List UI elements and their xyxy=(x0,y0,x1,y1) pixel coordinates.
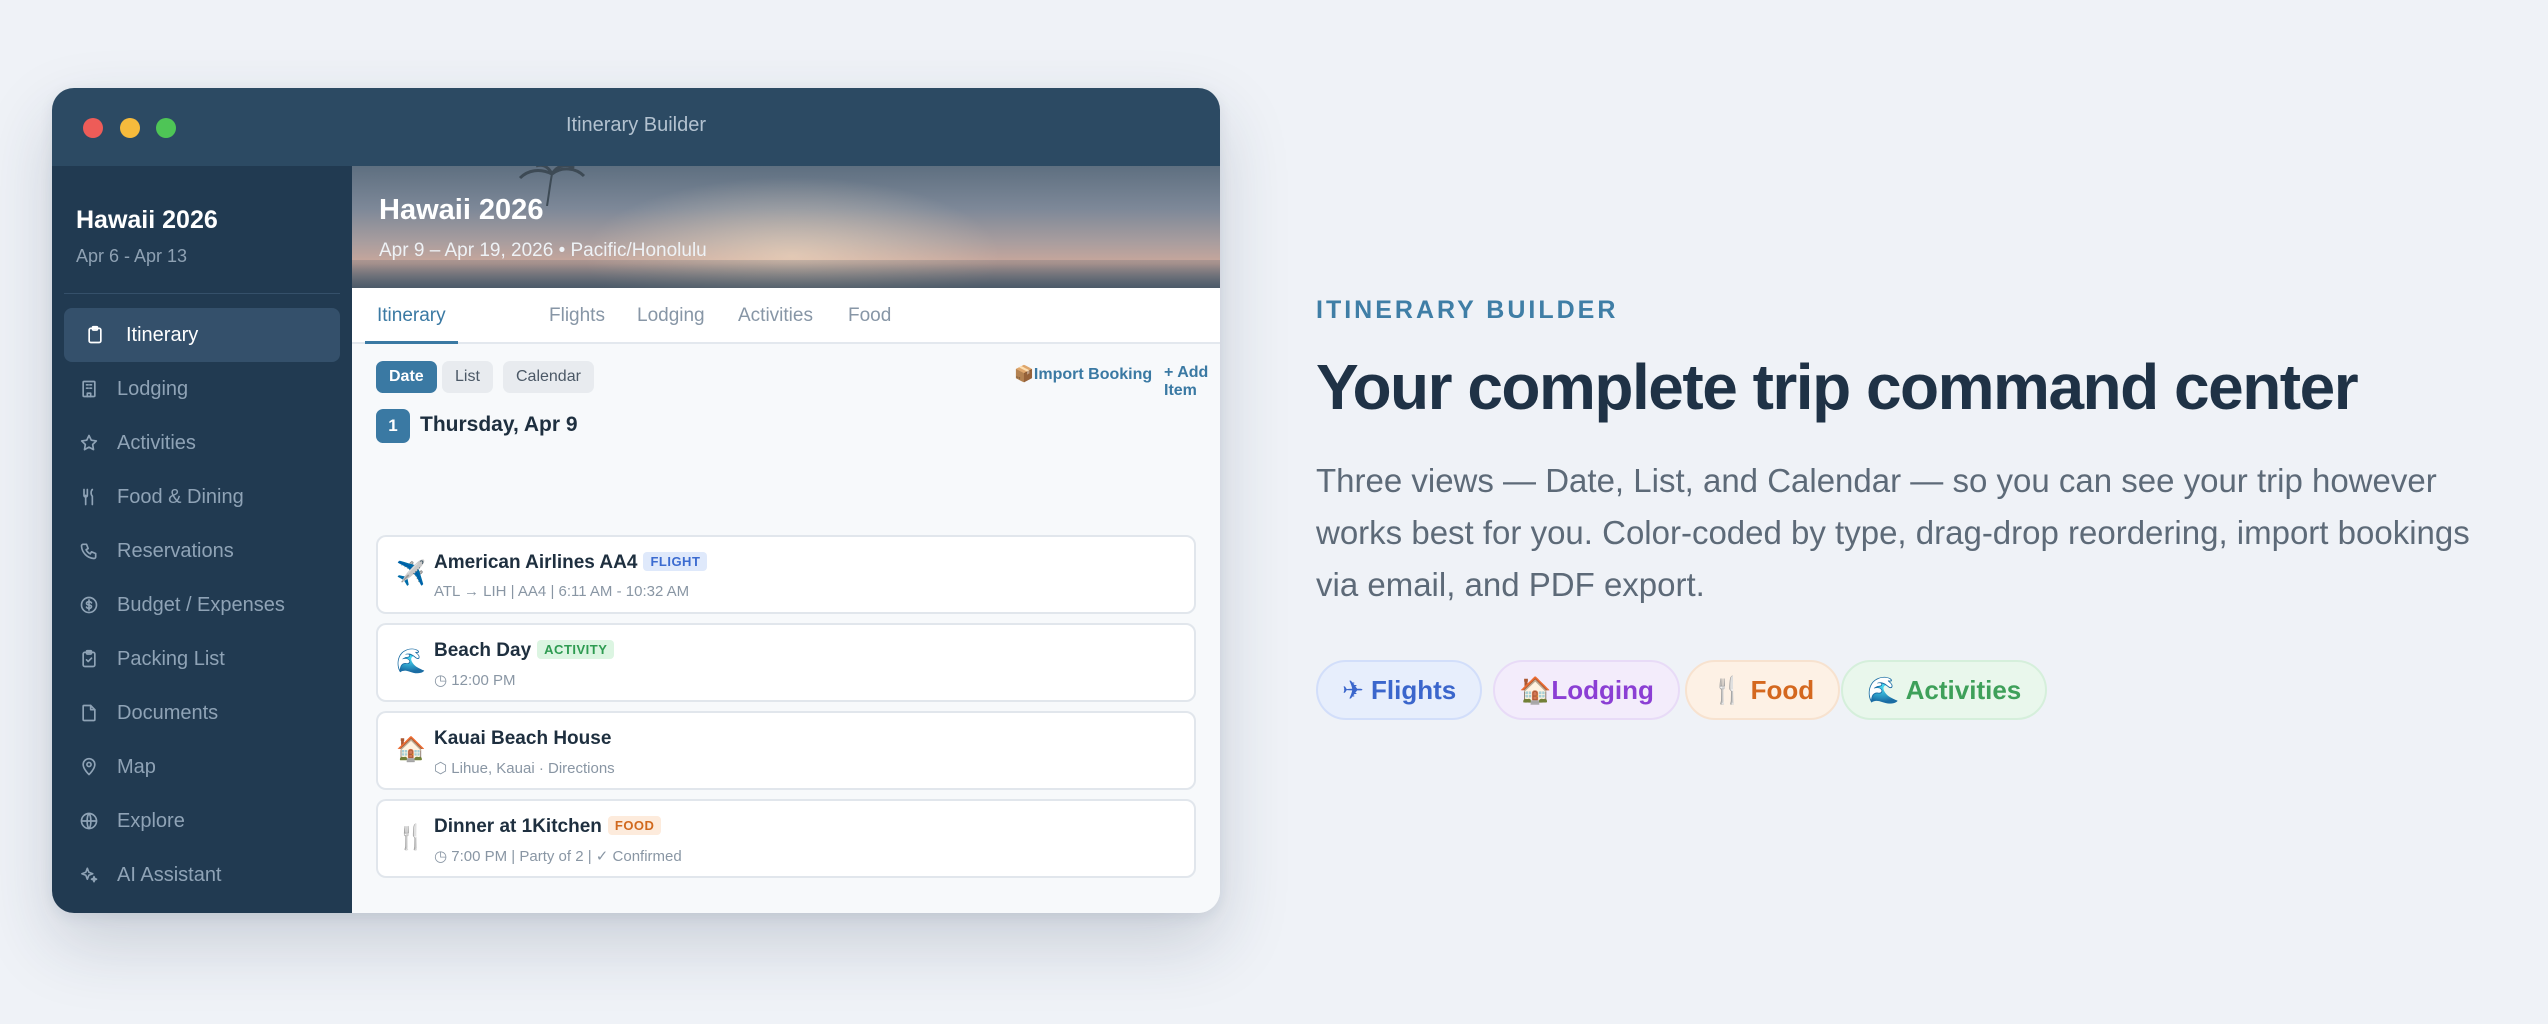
title-bar: Itinerary Builder xyxy=(52,88,1220,166)
section-eyebrow: ITINERARY BUILDER xyxy=(1316,296,1619,324)
trip-title: Hawaii 2026 xyxy=(379,194,544,226)
sidebar-item-label: Explore xyxy=(117,809,185,832)
view-list-button[interactable]: List xyxy=(442,361,493,393)
feature-pill-food: 🍴 Food xyxy=(1685,660,1841,720)
flight-badge: FLIGHT xyxy=(643,552,708,571)
sidebar-item-ai-assistant[interactable]: AI Assistant xyxy=(64,848,340,902)
utensils-icon xyxy=(78,486,100,508)
phone-icon xyxy=(78,540,100,562)
view-calendar-button[interactable]: Calendar xyxy=(503,361,594,393)
itinerary-card-flight[interactable]: ✈️ American Airlines AA4 FLIGHT ATL → LIH… xyxy=(376,535,1196,614)
sidebar-item-label: Activities xyxy=(117,431,196,454)
sidebar-nav: Itinerary Lodging Activities Food & Dini… xyxy=(64,308,340,902)
package-icon: 📦 xyxy=(1014,366,1034,383)
sidebar-item-map[interactable]: Map xyxy=(64,740,340,794)
house-icon: 🏠 xyxy=(1519,675,1552,705)
tab-activities[interactable]: Activities xyxy=(738,288,813,344)
building-icon xyxy=(78,378,100,400)
pill-label: Flights xyxy=(1371,675,1457,705)
airplane-icon: ✈ xyxy=(1342,675,1364,705)
fork-knife-icon: 🍴 xyxy=(396,824,426,851)
sidebar-item-label: AI Assistant xyxy=(117,863,222,886)
day-number-badge: 1 xyxy=(376,409,410,443)
sidebar-item-label: Documents xyxy=(117,701,219,724)
sidebar-item-budget-expenses[interactable]: Budget / Expenses xyxy=(64,578,340,632)
card-title: Dinner at 1Kitchen FOOD xyxy=(434,816,662,838)
activity-badge: ACTIVITY xyxy=(537,640,615,659)
itinerary-card-activity[interactable]: 🌊 Beach Day ACTIVITY ◷ 12:00 PM xyxy=(376,623,1196,702)
airplane-icon: ✈️ xyxy=(396,560,426,587)
sidebar-item-reservations[interactable]: Reservations xyxy=(64,524,340,578)
food-badge: FOOD xyxy=(607,816,662,835)
feature-pill-flights: ✈ Flights xyxy=(1316,660,1483,720)
card-details: ⬡ Lihue, Kauai · Directions xyxy=(434,760,615,777)
card-title: American Airlines AA4 FLIGHT xyxy=(434,552,708,574)
card-details: ◷ 12:00 PM xyxy=(434,672,516,689)
map-pin-icon xyxy=(78,756,100,778)
card-title: Beach Day ACTIVITY xyxy=(434,640,615,662)
day-heading: Thursday, Apr 9 xyxy=(420,413,578,436)
itinerary-card-lodging[interactable]: 🏠 Kauai Beach House ⬡ Lihue, Kauai · Dir… xyxy=(376,711,1196,790)
sidebar-item-lodging[interactable]: Lodging xyxy=(64,362,340,416)
card-details: ATL → LIH | AA4 | 6:11 AM - 10:32 AM xyxy=(434,583,690,600)
card-title-text: Beach Day xyxy=(434,640,532,661)
sidebar-item-explore[interactable]: Explore xyxy=(64,794,340,848)
app-window: Itinerary Builder Hawaii 2026 Apr 6 - Ap… xyxy=(52,88,1220,913)
house-icon: 🏠 xyxy=(396,736,426,763)
sidebar-item-label: Lodging xyxy=(117,377,189,400)
sparkle-icon xyxy=(78,864,100,886)
sidebar-item-activities[interactable]: Activities xyxy=(64,416,340,470)
sidebar-item-itinerary[interactable]: Itinerary xyxy=(64,308,340,362)
tab-food[interactable]: Food xyxy=(848,288,891,344)
sidebar-item-label: Map xyxy=(117,755,156,778)
feature-pill-lodging: 🏠Lodging xyxy=(1493,660,1680,720)
feature-pill-activities: 🌊 Activities xyxy=(1841,660,2048,720)
window-title: Itinerary Builder xyxy=(565,114,707,136)
dollar-icon xyxy=(78,594,100,616)
itinerary-card-food[interactable]: 🍴 Dinner at 1Kitchen FOOD ◷ 7:00 PM | Par… xyxy=(376,799,1196,878)
import-booking-label: Import Booking xyxy=(1033,366,1153,383)
add-item-link[interactable]: + Add Item xyxy=(1164,364,1220,400)
card-details: ◷ 7:00 PM | Party of 2 | ✓ Confirmed xyxy=(434,848,682,865)
clipboard-icon xyxy=(84,324,106,346)
section-headline: Your complete trip command center xyxy=(1316,351,2359,423)
sidebar-item-label: Reservations xyxy=(117,539,234,562)
trip-hero-banner: Hawaii 2026 Apr 9 – Apr 19, 2026 • Pacif… xyxy=(352,166,1220,288)
sidebar-item-label: Budget / Expenses xyxy=(117,593,285,616)
card-title-text: Kauai Beach House xyxy=(434,728,612,749)
tab-bar: Itinerary Flights Lodging Activities Foo… xyxy=(352,288,1220,344)
sidebar-item-label: Packing List xyxy=(117,647,225,670)
pill-label: Food xyxy=(1750,675,1815,705)
card-title-text: Dinner at 1Kitchen xyxy=(434,816,602,837)
import-booking-link[interactable]: 📦Import Booking xyxy=(1014,364,1152,384)
tab-flights[interactable]: Flights xyxy=(549,288,605,344)
checklist-icon xyxy=(78,648,100,670)
sidebar-trip-dates: Apr 6 - Apr 13 xyxy=(76,246,188,266)
sidebar-item-label: Food & Dining xyxy=(117,485,244,508)
document-icon xyxy=(78,702,100,724)
fork-knife-icon: 🍴 xyxy=(1711,675,1744,705)
main-panel: Hawaii 2026 Apr 9 – Apr 19, 2026 • Pacif… xyxy=(352,166,1220,913)
wave-icon: 🌊 xyxy=(396,648,426,675)
card-title-text: American Airlines AA4 xyxy=(434,552,638,573)
sidebar-divider xyxy=(64,293,340,294)
sidebar-item-label: Itinerary xyxy=(126,323,199,346)
trip-subtitle: Apr 9 – Apr 19, 2026 • Pacific/Honolulu xyxy=(379,240,707,261)
sidebar: Hawaii 2026 Apr 6 - Apr 13 Itinerary Lod… xyxy=(52,166,352,913)
sidebar-item-food-dining[interactable]: Food & Dining xyxy=(64,470,340,524)
sidebar-trip-name: Hawaii 2026 xyxy=(76,206,218,234)
card-title: Kauai Beach House xyxy=(434,728,611,750)
globe-icon xyxy=(78,810,100,832)
sidebar-item-documents[interactable]: Documents xyxy=(64,686,340,740)
sidebar-item-packing-list[interactable]: Packing List xyxy=(64,632,340,686)
tab-lodging[interactable]: Lodging xyxy=(637,288,705,344)
view-date-button[interactable]: Date xyxy=(376,361,437,393)
section-description: Three views — Date, List, and Calendar —… xyxy=(1316,462,2470,603)
star-icon xyxy=(78,432,100,454)
tab-itinerary[interactable]: Itinerary xyxy=(365,288,458,344)
pill-label: Activities xyxy=(1905,675,2022,705)
wave-icon: 🌊 xyxy=(1867,675,1900,705)
pill-label: Lodging xyxy=(1551,675,1654,705)
